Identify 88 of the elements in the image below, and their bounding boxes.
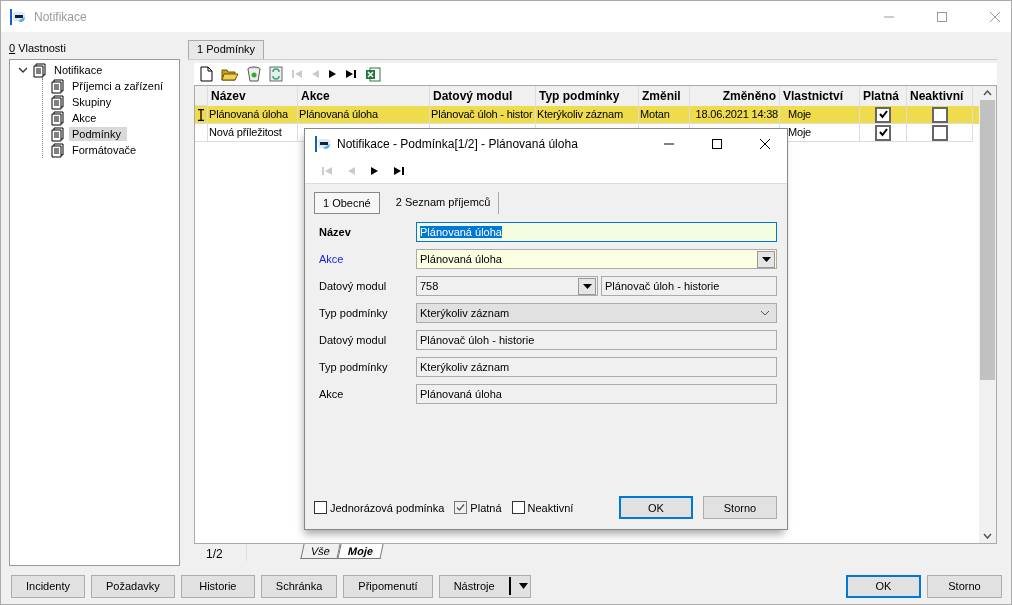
app-logo-icon [315,136,331,152]
refresh-document-icon[interactable] [269,66,283,82]
field-label: Typ podmínky [318,361,389,373]
close-icon[interactable] [759,138,771,150]
spreadsheet-export-icon[interactable] [365,66,381,82]
document-icon [51,126,64,142]
tree-item[interactable]: Akce [69,111,100,125]
next-record-icon[interactable] [328,69,337,79]
next-record-icon[interactable] [370,166,379,176]
tree-item[interactable]: Formátovače [69,143,140,157]
dialog-title: Notifikace - Podmínka[1/2] - Plánovaná úloha [337,137,578,151]
new-document-icon[interactable] [200,66,213,82]
record-position: 1/2 [194,544,247,561]
filter-tab[interactable]: Vše [300,544,341,559]
table-cell: Plánovač úloh - histor [430,106,536,124]
valid-checkbox[interactable] [875,106,891,123]
action-dropdown[interactable]: Plánovaná úloha [416,249,777,269]
table-cell: Motan [639,106,690,124]
checkmark-icon [455,502,467,513]
action-button[interactable]: Požadavky [91,574,175,598]
field-label: Akce [318,388,345,400]
dialog-button[interactable]: Storno [703,496,777,519]
current-row-icon [198,108,204,121]
action-button[interactable]: Incidenty [11,574,86,598]
tab[interactable]: 1 Podmínky [188,40,265,59]
table-cell: Moje [780,106,860,124]
table-cell: 18.06.2021 14:38 [690,106,780,124]
dropdown-arrow-icon[interactable] [761,256,771,262]
window-title: Notifikace [34,9,87,24]
checkmark-icon [877,127,889,138]
tree-item[interactable]: Notifikace [51,63,106,77]
tree-item[interactable]: Příjemci a zařízení [69,79,167,93]
scroll-up-icon[interactable] [983,90,992,96]
name-field[interactable]: Plánovaná úloha [416,222,777,242]
module-name-field: Plánovač úloh - historie [601,276,777,296]
checkmark-icon [877,109,889,120]
tree-item[interactable]: Podmínky [69,127,127,141]
readonly-field: Plánovač úloh - historie [416,330,777,350]
document-icon [51,94,64,110]
dialog-button[interactable]: Storno [927,574,1002,598]
condition-type-dropdown[interactable]: Kterýkoliv záznam [416,303,777,323]
row-header[interactable] [195,106,208,124]
document-icon [33,62,46,78]
maximize-icon[interactable] [711,138,723,150]
module-dropdown[interactable]: 758 [416,276,598,296]
checkbox-label[interactable]: Neaktivní [527,501,574,514]
panel-label: 0 Vlastnosti [9,41,67,54]
checkbox-label[interactable]: Platná [470,501,502,514]
app-logo-icon [10,8,26,25]
table-cell: Nová příležitost [208,124,298,142]
chevron-down-icon[interactable] [760,310,770,316]
valid-checkbox[interactable] [875,124,891,141]
action-button[interactable]: Schránka [260,574,338,598]
document-icon [51,110,64,126]
dialog-button[interactable]: OK [619,496,693,519]
field-label: Datový modul [318,280,388,292]
scroll-down-icon[interactable] [983,533,992,539]
field-label[interactable]: Akce [314,253,416,265]
checkbox-label[interactable]: Jednorázová podmínka [330,501,445,514]
dialog-button[interactable]: OK [846,574,921,598]
checkbox[interactable] [314,501,327,514]
collapse-chevron-icon[interactable] [18,66,28,74]
document-icon [51,78,64,94]
tree-item[interactable]: Skupiny [69,95,115,109]
readonly-field: Plánovaná úloha [416,384,777,404]
tab[interactable]: 2 Seznam příjemců [387,192,500,214]
field-label: Název [318,226,352,238]
action-button[interactable]: Připomenutí [343,574,433,598]
table-cell: Plánovaná úloha [208,106,298,124]
action-button[interactable]: Historie [180,574,255,598]
last-record-icon[interactable] [345,69,357,79]
checkbox[interactable] [454,501,468,514]
trash-bin-icon[interactable] [247,66,261,82]
table-cell: Kterýkoliv záznam [536,106,639,124]
last-record-icon[interactable] [393,166,405,176]
tools-split-button[interactable]: Nástroje [438,574,531,598]
folder-icon[interactable] [221,66,239,82]
field-label: Typ podmínky [318,307,389,319]
vertical-scrollbar[interactable] [979,86,996,543]
readonly-field: Kterýkoliv záznam [416,357,777,377]
dropdown-arrow-icon[interactable] [518,583,528,589]
checkbox[interactable] [511,501,525,514]
document-icon [51,142,64,158]
tab[interactable]: 1 Obecné [314,192,380,214]
table-cell: Plánovaná úloha [298,106,430,124]
field-label: Datový modul [318,334,388,346]
filter-tab[interactable]: Moje [337,544,384,559]
dropdown-arrow-icon[interactable] [582,283,592,289]
